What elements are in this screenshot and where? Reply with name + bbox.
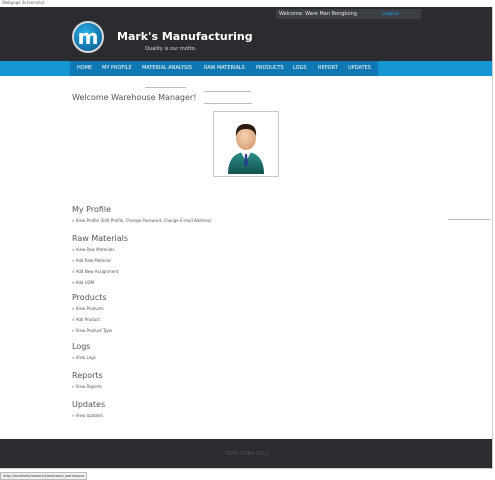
nav-item-home[interactable]: HOME <box>77 61 92 76</box>
avatar <box>213 111 279 177</box>
logo-letter: m <box>77 25 99 49</box>
site-footer: TEAM COBA 2012 <box>0 439 492 468</box>
divider-line <box>204 103 252 104</box>
link-add-uom[interactable]: » Add UOM <box>72 277 128 288</box>
nav-item-report[interactable]: REPORT <box>318 61 338 76</box>
section-title: Raw Materials <box>72 234 129 243</box>
section-title: Reports <box>72 371 103 380</box>
nav-item-logs[interactable]: LOGS <box>293 61 307 76</box>
link-view-profile[interactable]: » View Profile (Edit Profile, Change Pas… <box>72 215 211 226</box>
site-header: Welcome: Ware Man Bongbong Logout m Mark… <box>0 7 492 61</box>
link-view-raw-materials[interactable]: » View Raw Materials <box>72 244 128 255</box>
logout-link[interactable]: Logout <box>382 9 399 19</box>
link-add-new-assignment[interactable]: » Add New Assignment <box>72 266 128 277</box>
section-logs: Logs » View Logs <box>72 342 96 363</box>
nav-item-updates[interactable]: UPDATES <box>348 61 371 76</box>
nav-item-products[interactable]: PRODUCTS <box>256 61 284 76</box>
section-my-profile: My Profile » View Profile (Edit Profile,… <box>72 205 211 226</box>
section-products: Products » View Products » Add Product »… <box>72 293 112 336</box>
main-nav: HOME MY PROFILE MATERIAL ANALYSIS RAW MA… <box>0 61 492 76</box>
divider-line <box>145 87 186 88</box>
link-add-raw-material[interactable]: » Add Raw Material <box>72 255 128 266</box>
manager-avatar-icon <box>228 124 264 174</box>
section-title: My Profile <box>72 205 112 214</box>
divider-line <box>448 219 490 220</box>
brand-motto: Quality is our motto. <box>145 46 197 52</box>
section-title: Products <box>72 293 107 302</box>
nav-item-my-profile[interactable]: MY PROFILE <box>102 61 132 76</box>
welcome-user-text: Welcome: Ware Man Bongbong <box>279 11 357 17</box>
logo-icon[interactable]: m <box>72 21 104 53</box>
brand-name: Mark's Manufacturing <box>117 30 253 43</box>
footer-text: TEAM COBA 2012 <box>224 451 269 457</box>
link-view-product-type[interactable]: » View Product Type <box>72 325 112 336</box>
section-title: Updates <box>72 400 106 409</box>
link-view-updates[interactable]: » View Updates <box>72 410 105 421</box>
section-reports: Reports » View Reports <box>72 371 103 392</box>
section-title: Logs <box>72 342 91 351</box>
divider-line <box>204 91 251 92</box>
section-raw-materials: Raw Materials » View Raw Materials » Add… <box>72 234 128 288</box>
browser-caption: Webpage Screenshot <box>2 0 45 5</box>
link-view-products[interactable]: » View Products <box>72 303 112 314</box>
link-view-logs[interactable]: » View Logs <box>72 352 96 363</box>
browser-status-url: http://localhost/maverick/welcome_wareho… <box>0 472 88 480</box>
nav-item-material-analysis[interactable]: MATERIAL ANALYSIS <box>142 61 192 76</box>
link-add-product[interactable]: » Add Product <box>72 314 112 325</box>
page-title: Welcome Warehouse Manager! <box>72 93 197 102</box>
section-updates: Updates » View Updates <box>72 400 105 421</box>
page-frame: Welcome: Ware Man Bongbong Logout m Mark… <box>0 7 493 469</box>
nav-item-raw-materials[interactable]: RAW MATERIALS <box>204 61 245 76</box>
link-view-reports[interactable]: » View Reports <box>72 381 103 392</box>
welcome-bar: Welcome: Ware Man Bongbong Logout <box>276 9 421 19</box>
